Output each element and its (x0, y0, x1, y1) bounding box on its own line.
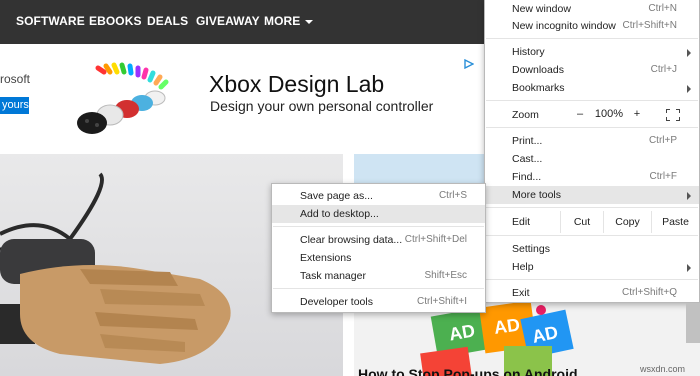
chevron-right-icon (687, 264, 691, 272)
chevron-down-icon (305, 19, 314, 24)
controllers-image (77, 62, 169, 134)
ad-choices-icon[interactable] (464, 59, 474, 69)
menu-label: Developer tools (300, 296, 373, 308)
menu-shortcut: Ctrl+Shift+N (622, 20, 677, 31)
chevron-right-icon (687, 85, 691, 93)
zoom-label: Zoom (512, 109, 539, 121)
fullscreen-icon[interactable] (666, 109, 680, 121)
menu-divider (486, 100, 698, 101)
zoom-in-button[interactable]: + (627, 104, 647, 126)
menu-task-manager[interactable]: Task manager Shift+Esc (272, 267, 485, 285)
menu-clear-browsing-data[interactable]: Clear browsing data... Ctrl+Shift+Del (272, 231, 485, 249)
menu-label: New window (512, 3, 571, 15)
menu-shortcut: Ctrl+F (649, 171, 678, 182)
menu-more-tools[interactable]: More tools (485, 186, 699, 204)
menu-bookmarks[interactable]: Bookmarks (485, 79, 699, 97)
copy-button[interactable]: Copy (603, 211, 651, 233)
menu-label: Cast... (512, 153, 543, 165)
more-tools-submenu: Save page as... Ctrl+S Add to desktop...… (271, 183, 486, 313)
menu-label: More tools (512, 189, 562, 201)
page-scrollbar[interactable] (686, 303, 700, 343)
menu-shortcut: Ctrl+Shift+I (416, 296, 467, 307)
menu-label: Bookmarks (512, 82, 565, 94)
menu-label: Print... (512, 135, 543, 147)
chevron-right-icon (687, 192, 691, 200)
menu-developer-tools[interactable]: Developer tools Ctrl+Shift+I (272, 293, 485, 311)
chevron-right-icon (687, 49, 691, 57)
svg-text:AD: AD (493, 314, 522, 337)
menu-label: Extensions (300, 252, 352, 264)
menu-divider (273, 288, 484, 289)
menu-divider (486, 207, 698, 208)
menu-shortcut: Shift+Esc (424, 270, 467, 281)
menu-shortcut: Ctrl+P (648, 135, 677, 146)
menu-print[interactable]: Print... Ctrl+P (485, 132, 699, 150)
nav-software[interactable]: SOFTWARE (16, 14, 85, 28)
menu-label: History (512, 46, 545, 58)
watermark: wsxdn.com (640, 364, 686, 374)
menu-edit-row: Edit Cut Copy Paste (485, 211, 699, 233)
ad-cta-button[interactable]: yours (0, 97, 29, 114)
ad-subtitle: Design your own personal controller (210, 98, 434, 114)
menu-label: New incognito window (512, 20, 616, 32)
menu-downloads[interactable]: Downloads Ctrl+J (485, 61, 699, 79)
zoom-out-button[interactable]: – (569, 104, 591, 126)
menu-label: Downloads (512, 64, 564, 76)
menu-cast[interactable]: Cast... (485, 150, 699, 168)
menu-history[interactable]: History (485, 43, 699, 61)
nav-more-label: MORE (264, 14, 301, 28)
menu-divider (486, 279, 698, 280)
menu-label: Save page as... (300, 190, 373, 202)
nav-ebooks[interactable]: EBOOKS (89, 14, 142, 28)
menu-settings[interactable]: Settings (485, 240, 699, 258)
menu-label: Settings (512, 243, 550, 255)
menu-label: Add to desktop... (300, 208, 379, 220)
ad-brand-fragment: rosoft (0, 72, 31, 86)
cut-button[interactable]: Cut (560, 211, 603, 233)
menu-label: Help (512, 261, 534, 273)
menu-help[interactable]: Help (485, 258, 699, 276)
menu-exit[interactable]: Exit Ctrl+Shift+Q (485, 284, 699, 302)
menu-label: Exit (512, 287, 530, 299)
menu-divider (486, 235, 698, 236)
zoom-level: 100% (594, 108, 624, 120)
menu-new-incognito-window[interactable]: New incognito window Ctrl+Shift+N (485, 17, 699, 35)
article-title[interactable]: How to Stop Pop-ups on Android (358, 366, 578, 376)
nav-more[interactable]: MORE (264, 14, 314, 28)
ad-title: Xbox Design Lab (209, 71, 385, 97)
menu-extensions[interactable]: Extensions (272, 249, 485, 267)
ad-banner[interactable]: rosoft yours Xbox Design Lab Design your… (0, 44, 486, 154)
menu-label: Find... (512, 171, 542, 183)
menu-divider (273, 226, 484, 227)
menu-shortcut: Ctrl+Shift+Del (404, 234, 467, 245)
menu-save-page-as[interactable]: Save page as... Ctrl+S (272, 187, 485, 205)
menu-divider (486, 127, 698, 128)
menu-shortcut: Ctrl+N (648, 3, 677, 14)
menu-divider (486, 38, 698, 39)
menu-shortcut: Ctrl+Shift+Q (621, 287, 677, 298)
menu-zoom-row: Zoom – 100% + (485, 104, 699, 126)
menu-new-window[interactable]: New window Ctrl+N (485, 0, 699, 18)
menu-shortcut: Ctrl+S (438, 190, 467, 201)
paste-button[interactable]: Paste (651, 211, 699, 233)
menu-label: Task manager (300, 270, 366, 282)
chrome-main-menu: New window Ctrl+N New incognito window C… (484, 0, 700, 303)
menu-add-to-desktop[interactable]: Add to desktop... (272, 205, 485, 223)
menu-find[interactable]: Find... Ctrl+F (485, 168, 699, 186)
menu-label: Clear browsing data... (300, 234, 403, 246)
nav-giveaway[interactable]: GIVEAWAY (196, 14, 260, 28)
edit-label: Edit (512, 216, 531, 228)
nav-deals[interactable]: DEALS (147, 14, 188, 28)
menu-shortcut: Ctrl+J (650, 64, 677, 75)
